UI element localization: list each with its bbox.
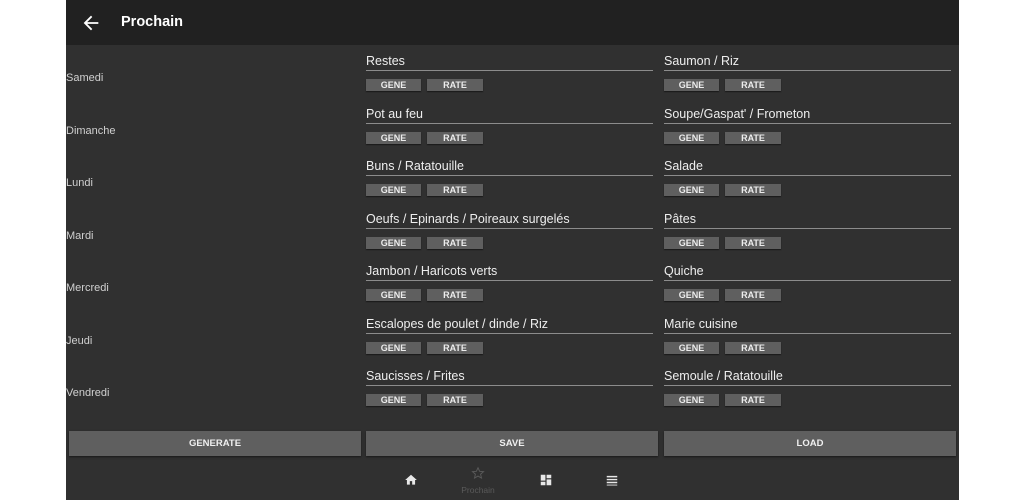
page-title: Prochain (121, 14, 184, 30)
meal-input[interactable]: Semoule / Ratatouille (664, 367, 951, 386)
meal-slot: Pot au feu GENE RATE (366, 105, 653, 157)
rate-button[interactable]: RATE (427, 131, 483, 144)
gene-button[interactable]: GENE (366, 289, 421, 301)
day-row: Vendredi Saucisses / Frites GENE RATE Semoul… (66, 367, 959, 419)
meal-input[interactable]: Pot au feu (366, 105, 653, 124)
meal-input[interactable]: Pâtes (664, 210, 951, 229)
gene-button[interactable]: GENE (664, 184, 719, 196)
meal-slot: Quiche GENE RATE (664, 262, 951, 314)
generate-button[interactable]: GENERATE (69, 431, 361, 456)
meal-input[interactable]: Marie cuisine (664, 315, 951, 334)
rate-button[interactable]: RATE (725, 394, 781, 406)
gene-button[interactable]: GENE (664, 394, 719, 406)
gene-button[interactable]: GENE (664, 131, 719, 144)
day-label: Mardi (66, 229, 94, 242)
rate-button[interactable]: RATE (725, 79, 781, 91)
app-window: Prochain Samedi Restes GENE RATE Saumon / Ri… (66, 0, 959, 500)
gene-button[interactable]: GENE (366, 341, 421, 354)
meal-input[interactable]: Quiche (664, 262, 951, 281)
nav-prochain[interactable]: Prochain (458, 460, 498, 500)
meal-slot: Oeufs / Epinards / Poireaux surgelés GENE… (366, 210, 653, 262)
day-row: Mardi Oeufs / Epinards / Poireaux surgelé… (66, 210, 959, 262)
meal-input[interactable]: Saumon / Riz (664, 52, 951, 71)
gene-button[interactable]: GENE (366, 236, 421, 249)
day-row: Mercredi Jambon / Haricots verts GENE RATE Q… (66, 262, 959, 314)
top-app-bar: Prochain (66, 0, 959, 45)
meal-slot: Buns / Ratatouille GENE RATE (366, 157, 653, 209)
gene-button[interactable]: GENE (366, 184, 421, 196)
day-row: Lundi Buns / Ratatouille GENE RATE Salade GEN… (66, 157, 959, 209)
rate-button[interactable]: RATE (427, 184, 483, 196)
gene-button[interactable]: GENE (366, 394, 421, 406)
day-label: Vendredi (66, 387, 110, 399)
meal-slot: Jambon / Haricots verts GENE RATE (366, 262, 653, 314)
meal-input[interactable]: Saucisses / Frites (366, 367, 653, 386)
day-label: Jeudi (66, 334, 93, 347)
rate-button[interactable]: RATE (725, 131, 781, 144)
day-row: Dimanche Pot au feu GENE RATE Soupe/Gaspat' … (66, 105, 959, 157)
meal-input[interactable]: Oeufs / Epinards / Poireaux surgelés (366, 210, 653, 229)
gene-button[interactable]: GENE (664, 289, 719, 301)
meal-slot: Pâtes GENE RATE (664, 210, 951, 262)
nav-list[interactable] (592, 460, 632, 500)
rate-button[interactable]: RATE (427, 394, 483, 406)
day-row: Jeudi Escalopes de poulet / dinde / Riz GE… (66, 315, 959, 367)
meal-slot: Semoule / Ratatouille GENE RATE (664, 367, 951, 419)
rate-button[interactable]: RATE (725, 236, 781, 249)
day-row: Samedi Restes GENE RATE Saumon / Riz GENE RATE (66, 52, 959, 104)
meal-input[interactable]: Escalopes de poulet / dinde / Riz (366, 315, 653, 334)
rate-button[interactable]: RATE (725, 341, 781, 354)
home-icon (405, 474, 417, 485)
rate-button[interactable]: RATE (427, 79, 483, 91)
meal-slot: Salade GENE RATE (664, 157, 951, 209)
meal-slot: Marie cuisine GENE RATE (664, 315, 951, 367)
meal-input[interactable]: Salade (664, 157, 951, 176)
day-label: Mercredi (66, 282, 109, 294)
rate-button[interactable]: RATE (725, 289, 781, 301)
gene-button[interactable]: GENE (366, 131, 421, 144)
nav-home[interactable] (391, 460, 431, 500)
day-label: Lundi (66, 177, 93, 189)
meal-input[interactable]: Restes (366, 52, 653, 71)
nav-dashboard[interactable] (526, 460, 566, 500)
meal-slot: Saucisses / Frites GENE RATE (366, 367, 653, 419)
day-label: Dimanche (66, 124, 116, 137)
meal-slot: Saumon / Riz GENE RATE (664, 52, 951, 104)
rate-button[interactable]: RATE (725, 184, 781, 196)
meal-slot: Escalopes de poulet / dinde / Riz GENE RAT… (366, 315, 653, 367)
gene-button[interactable]: GENE (366, 79, 421, 91)
dashboard-icon (540, 474, 552, 486)
rate-button[interactable]: RATE (427, 289, 483, 301)
star-icon (471, 466, 485, 479)
gene-button[interactable]: GENE (664, 79, 719, 91)
save-button[interactable]: SAVE (366, 431, 658, 456)
rate-button[interactable]: RATE (427, 236, 483, 249)
nav-label-prochain: Prochain (461, 485, 495, 495)
bottom-navigation: Prochain (66, 460, 959, 500)
meal-input[interactable]: Soupe/Gaspat' / Frometon (664, 105, 951, 124)
meal-slot: Soupe/Gaspat' / Frometon GENE RATE (664, 105, 951, 157)
load-button[interactable]: LOAD (664, 431, 956, 456)
day-label: Samedi (66, 72, 104, 84)
meal-slot: Restes GENE RATE (366, 52, 653, 104)
arrow-left-icon[interactable] (80, 12, 102, 34)
gene-button[interactable]: GENE (664, 341, 719, 354)
list-icon (606, 475, 618, 486)
meal-input[interactable]: Buns / Ratatouille (366, 157, 653, 176)
gene-button[interactable]: GENE (664, 236, 719, 249)
meal-input[interactable]: Jambon / Haricots verts (366, 262, 653, 281)
rate-button[interactable]: RATE (427, 341, 483, 354)
